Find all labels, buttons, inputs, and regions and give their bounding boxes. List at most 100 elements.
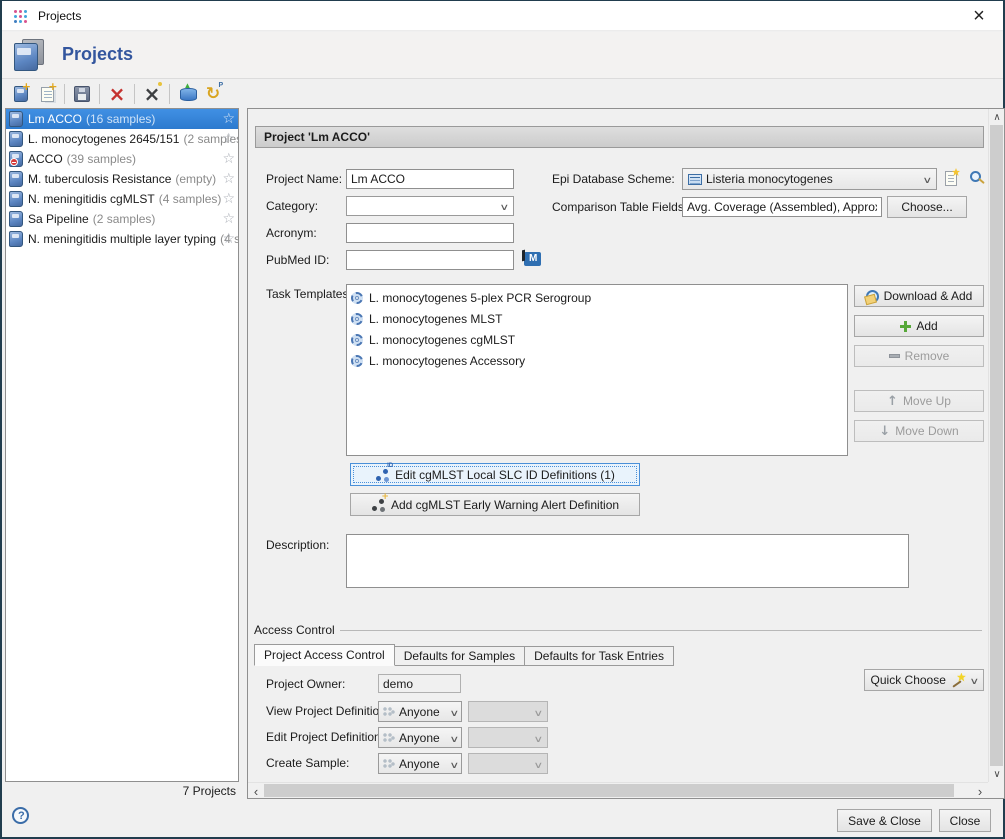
- group-icon: [382, 732, 395, 744]
- project-icon: [9, 211, 23, 227]
- project-icon: [9, 171, 23, 187]
- database-upload-button[interactable]: [175, 82, 199, 106]
- projects-window: Projects Projects Lm ACCO (16 samples) L…: [0, 0, 1005, 839]
- project-name: M. tuberculosis Resistance: [28, 172, 171, 186]
- task-template-item[interactable]: L. monocytogenes MLST: [347, 308, 847, 329]
- download-add-button[interactable]: Download & Add: [854, 285, 984, 307]
- project-name: N. meningitidis multiple layer typing: [28, 232, 216, 246]
- task-template-icon: [351, 313, 363, 325]
- project-list-item[interactable]: M. tuberculosis Resistance (empty): [6, 169, 238, 189]
- task-template-icon: [351, 355, 363, 367]
- duplicate-project-button[interactable]: [35, 82, 59, 106]
- star-icon[interactable]: [222, 230, 235, 247]
- chevron-down-icon: [501, 199, 508, 213]
- task-templates-list[interactable]: L. monocytogenes 5-plex PCR Serogroup L.…: [346, 284, 848, 456]
- scroll-left-icon[interactable]: [248, 783, 264, 799]
- move-down-button[interactable]: Move Down: [854, 420, 984, 442]
- new-scheme-icon[interactable]: [945, 171, 957, 186]
- category-select[interactable]: [346, 196, 514, 216]
- view-definition-select[interactable]: Anyone: [378, 701, 462, 722]
- toolbar-separator: [169, 84, 170, 104]
- synchronize-button[interactable]: [201, 82, 225, 106]
- help-icon[interactable]: [12, 807, 29, 824]
- tab-project-access-control[interactable]: Project Access Control: [254, 644, 395, 666]
- toolbar-separator: [134, 84, 135, 104]
- edit-definition-select[interactable]: Anyone: [378, 727, 462, 748]
- scroll-down-icon[interactable]: [989, 766, 1005, 782]
- tab-defaults-for-samples[interactable]: Defaults for Samples: [395, 646, 525, 666]
- task-templates-label: Task Templates:: [266, 287, 352, 301]
- project-list-item[interactable]: ACCO (39 samples): [6, 149, 238, 169]
- save-close-button[interactable]: Save & Close: [837, 809, 932, 832]
- move-up-button[interactable]: Move Up: [854, 390, 984, 412]
- synchronize-icon: [206, 86, 220, 103]
- delete-with-samples-button[interactable]: [140, 82, 164, 106]
- task-template-item[interactable]: L. monocytogenes cgMLST: [347, 329, 847, 350]
- add-button[interactable]: Add: [854, 315, 984, 337]
- new-project-button[interactable]: [9, 82, 33, 106]
- scroll-up-icon[interactable]: [989, 109, 1005, 125]
- chevron-down-icon: [535, 705, 542, 719]
- view-definition-label: View Project Definition:: [266, 704, 389, 718]
- star-icon[interactable]: [222, 210, 235, 227]
- project-name-label: Project Name:: [266, 172, 342, 186]
- group-icon: [382, 758, 395, 770]
- remove-button[interactable]: Remove: [854, 345, 984, 367]
- star-icon[interactable]: [222, 190, 235, 207]
- pubmed-input[interactable]: [346, 250, 514, 270]
- create-sample-label: Create Sample:: [266, 756, 349, 770]
- title-bar: Projects: [2, 1, 1003, 31]
- save-project-button[interactable]: [70, 82, 94, 106]
- pubmed-icon[interactable]: [524, 252, 541, 266]
- close-icon[interactable]: [967, 5, 991, 27]
- star-icon[interactable]: [222, 150, 235, 167]
- horizontal-scrollbar[interactable]: [248, 782, 988, 798]
- create-sample-select[interactable]: Anyone: [378, 753, 462, 774]
- project-list-item[interactable]: N. meningitidis cgMLST (4 samples): [6, 189, 238, 209]
- project-name: L. monocytogenes 2645/151: [28, 132, 179, 146]
- chevron-down-icon: [924, 172, 931, 186]
- page-header: Projects: [2, 32, 1003, 79]
- star-icon[interactable]: [222, 170, 235, 187]
- search-scheme-icon[interactable]: [970, 171, 981, 182]
- panel-title: Project 'Lm ACCO': [255, 126, 984, 148]
- star-icon[interactable]: [222, 130, 235, 147]
- acronym-input[interactable]: [346, 223, 514, 243]
- project-count: (39 samples): [67, 152, 136, 166]
- horizontal-scroll-thumb[interactable]: [264, 784, 954, 797]
- move-down-label: Move Down: [895, 424, 958, 438]
- project-name: Lm ACCO: [28, 112, 82, 126]
- task-template-item[interactable]: L. monocytogenes Accessory: [347, 350, 847, 371]
- choose-fields-button[interactable]: Choose...: [887, 196, 967, 218]
- project-icon: [9, 151, 23, 167]
- description-textarea[interactable]: [346, 534, 909, 588]
- task-template-name: L. monocytogenes MLST: [369, 312, 502, 326]
- project-list-item[interactable]: Sa Pipeline (2 samples): [6, 209, 238, 229]
- task-template-item[interactable]: L. monocytogenes 5-plex PCR Serogroup: [347, 287, 847, 308]
- project-list-item[interactable]: L. monocytogenes 2645/151 (2 samples): [6, 129, 238, 149]
- chevron-down-icon: [535, 731, 542, 745]
- slc-cluster-icon: [375, 468, 390, 482]
- project-count: (2 samples): [93, 212, 156, 226]
- project-name: N. meningitidis cgMLST: [28, 192, 155, 206]
- close-button[interactable]: Close: [939, 809, 991, 832]
- edit-definition-user-select: [468, 727, 548, 748]
- quick-choose-button[interactable]: Quick Choose: [864, 669, 984, 691]
- vertical-scroll-thumb[interactable]: [990, 125, 1003, 766]
- project-list-item[interactable]: Lm ACCO (16 samples): [6, 109, 238, 129]
- task-template-name: L. monocytogenes cgMLST: [369, 333, 515, 347]
- star-icon[interactable]: [222, 110, 235, 127]
- epi-scheme-select[interactable]: Listeria monocytogenes: [682, 168, 937, 190]
- project-list-item[interactable]: N. meningitidis multiple layer typing (4…: [6, 229, 238, 249]
- view-definition-value: Anyone: [399, 705, 440, 719]
- add-early-warning-button[interactable]: Add cgMLST Early Warning Alert Definitio…: [350, 493, 640, 516]
- project-name-input[interactable]: [346, 169, 514, 189]
- delete-project-button[interactable]: [105, 82, 129, 106]
- toolbar-separator: [99, 84, 100, 104]
- edit-slc-definitions-button[interactable]: Edit cgMLST Local SLC ID Definitions (1): [350, 463, 640, 486]
- comparison-fields-input[interactable]: [682, 197, 882, 217]
- vertical-scrollbar[interactable]: [988, 109, 1004, 782]
- tab-defaults-for-task-entries[interactable]: Defaults for Task Entries: [525, 646, 674, 666]
- scroll-right-icon[interactable]: [972, 783, 988, 799]
- edit-definition-label: Edit Project Definition:: [266, 730, 384, 744]
